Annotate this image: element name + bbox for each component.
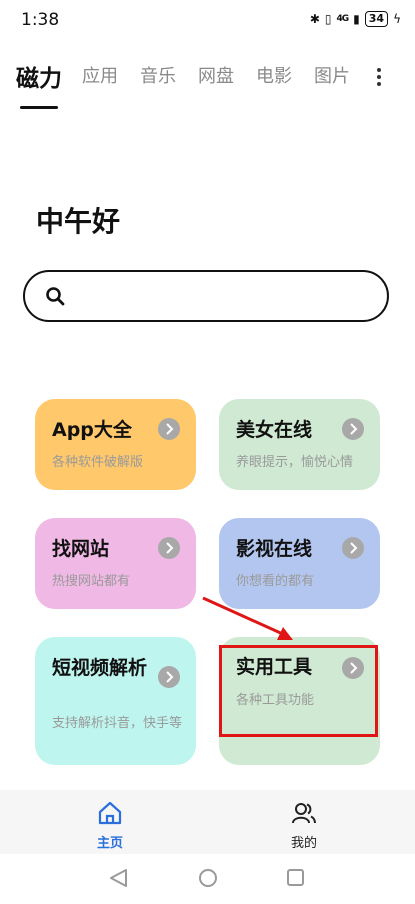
annotation-arrow — [202, 596, 293, 640]
recents-icon[interactable] — [287, 869, 304, 886]
nav-mine-label: 我的 — [290, 836, 317, 851]
nav-home[interactable]: 主页 — [70, 800, 150, 851]
user-group-icon — [292, 803, 316, 824]
system-nav-bar — [0, 854, 415, 900]
home-icon — [98, 801, 122, 825]
bottom-nav: 主页 我的 — [0, 790, 415, 854]
nav-mine[interactable]: 我的 — [264, 800, 344, 851]
home-circle-icon[interactable] — [199, 869, 217, 887]
back-icon[interactable] — [110, 869, 127, 887]
nav-home-label: 主页 — [96, 836, 123, 851]
annotation-highlight-box — [219, 645, 378, 737]
